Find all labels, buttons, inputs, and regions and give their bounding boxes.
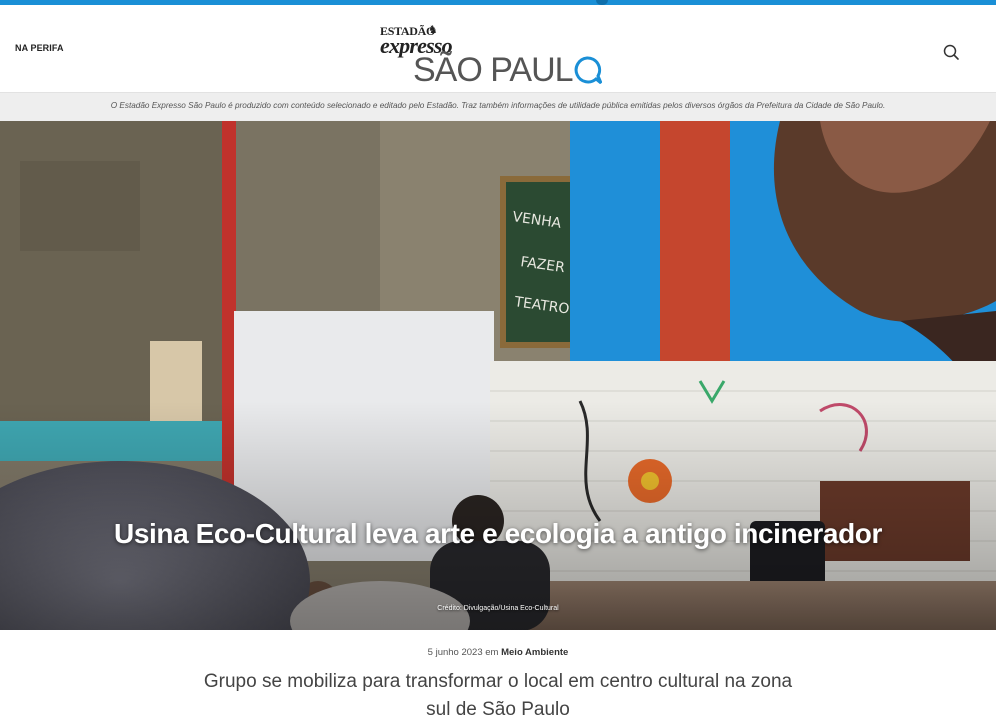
logo-speech-bubble-icon [574,56,602,84]
disclaimer-text: O Estadão Expresso São Paulo é produzido… [110,101,886,110]
hero-photo-illustration: VENHA FAZER TEATRO! [0,121,996,630]
section-link-na-perifa[interactable]: NA PERIFA [15,43,64,53]
site-logo[interactable]: ESTADÃO ♞ expresso SÃO PAUL [380,20,610,90]
hero-image[interactable]: VENHA FAZER TEATRO! [0,121,996,630]
article-date: 5 junho 2023 [427,647,483,658]
category-link[interactable]: Meio Ambiente [501,647,568,658]
article-meta: 5 junho 2023 em Meio Ambiente [0,647,996,658]
site-header: NA PERIFA ESTADÃO ♞ expresso SÃO PAUL [0,5,996,92]
disclaimer-bar: O Estadão Expresso São Paulo é produzido… [0,92,996,121]
search-button[interactable] [940,41,962,63]
article-title[interactable]: Usina Eco-Cultural leva arte e ecologia … [0,518,996,550]
article-subtitle: Grupo se mobiliza para transformar o loc… [203,671,793,720]
photo-credit: Crédito: Divulgação/Usina Eco-Cultural [437,605,559,612]
article-date-separator: em [485,647,499,658]
search-icon [943,44,959,60]
logo-city-text: SÃO PAUL [413,51,574,89]
